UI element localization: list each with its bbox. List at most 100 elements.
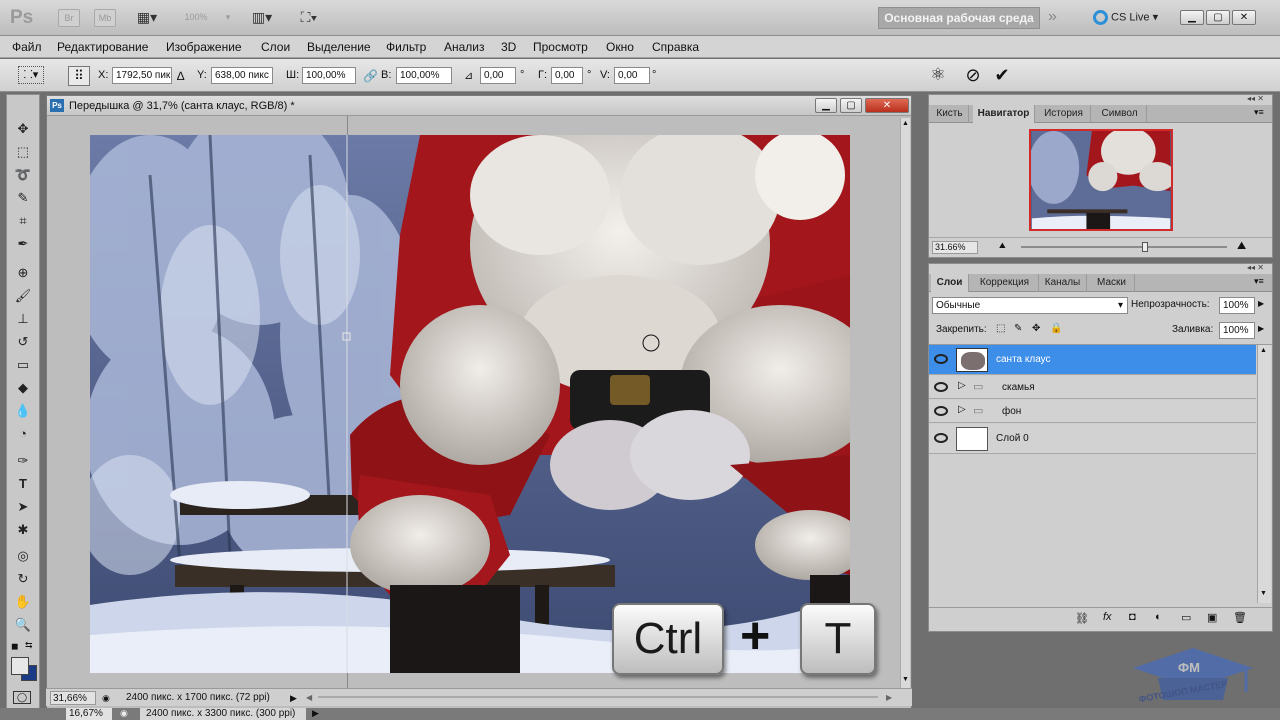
menu-layers[interactable]: Слои bbox=[261, 40, 290, 54]
commit-transform-icon[interactable]: ✔ bbox=[990, 64, 1014, 86]
group-expand-arrow-icon[interactable]: ▷ bbox=[958, 404, 966, 415]
eraser-tool-icon[interactable]: ▭ bbox=[12, 355, 34, 375]
new-group-icon[interactable]: ▭ bbox=[1181, 611, 1191, 624]
navigator-zoom-field[interactable]: 31.66% bbox=[932, 241, 978, 254]
menu-filter[interactable]: Фильтр bbox=[386, 40, 426, 54]
tab-masks[interactable]: Маски bbox=[1089, 274, 1135, 292]
workspace-switcher[interactable]: Основная рабочая среда bbox=[878, 7, 1040, 29]
link-icon[interactable]: 🔗 bbox=[363, 69, 378, 83]
opacity-arrow-icon[interactable]: ▶ bbox=[1258, 299, 1264, 308]
document-minimize-button[interactable]: ▁ bbox=[815, 98, 837, 113]
lock-pixels-icon[interactable]: ✎ bbox=[1014, 323, 1022, 334]
tab-history[interactable]: История bbox=[1037, 105, 1091, 123]
add-mask-icon[interactable]: ◘ bbox=[1129, 611, 1136, 623]
double-chevron-icon[interactable]: » bbox=[1048, 8, 1057, 26]
layer-style-icon[interactable]: fx bbox=[1103, 611, 1112, 623]
y-position-field[interactable]: 638,00 пикс bbox=[211, 67, 273, 84]
panel-collapse-icon[interactable]: ◂◂ ✕ bbox=[1247, 94, 1264, 103]
brush-tool-icon[interactable]: 🖌 bbox=[12, 286, 34, 306]
blend-mode-select[interactable]: Обычные ▾ bbox=[932, 297, 1128, 314]
warp-mode-icon[interactable]: ⚛ bbox=[926, 64, 950, 86]
horizontal-scrollbar[interactable] bbox=[318, 696, 878, 698]
menu-help[interactable]: Справка bbox=[652, 40, 699, 54]
maximize-button[interactable]: ▢ bbox=[1206, 10, 1230, 25]
tab-character[interactable]: Символ bbox=[1093, 105, 1147, 123]
default-colors-icon[interactable]: ◼ bbox=[11, 641, 18, 652]
menu-view[interactable]: Просмотр bbox=[533, 40, 588, 54]
extras-dropdown[interactable]: ▦▾ bbox=[130, 9, 164, 27]
layers-scrollbar[interactable]: ▲ ▼ bbox=[1257, 345, 1271, 603]
tab-channels[interactable]: Каналы bbox=[1039, 274, 1087, 292]
eye-icon[interactable] bbox=[934, 382, 948, 392]
3d-rotate-tool-icon[interactable]: ◎ bbox=[12, 546, 34, 566]
layer-row-santa[interactable]: санта клаус bbox=[929, 345, 1256, 375]
scroll-up-icon[interactable]: ▲ bbox=[902, 120, 909, 127]
crop-tool-icon[interactable]: ⌗ bbox=[12, 211, 34, 231]
mini-bridge-button[interactable]: Mb bbox=[94, 9, 116, 27]
healing-brush-tool-icon[interactable]: ⊕ bbox=[12, 263, 34, 283]
lasso-tool-icon[interactable]: ➰ bbox=[12, 165, 34, 185]
layer-row-background-group[interactable]: ▷ ▭ фон bbox=[929, 400, 1256, 423]
layer-row-layer0[interactable]: Слой 0 bbox=[929, 424, 1256, 454]
move-tool-icon[interactable]: ✥ bbox=[12, 119, 34, 139]
document-canvas[interactable] bbox=[90, 135, 850, 673]
quick-selection-tool-icon[interactable]: ✎ bbox=[12, 188, 34, 208]
bridge-button[interactable]: Br bbox=[58, 9, 80, 27]
zoom-in-icon[interactable]: ⛰ bbox=[1237, 240, 1246, 253]
scroll-down-icon[interactable]: ▼ bbox=[1260, 590, 1267, 597]
hand-tool-icon[interactable]: ✋ bbox=[12, 592, 34, 612]
scroll-down-icon[interactable]: ▼ bbox=[902, 676, 909, 683]
layers-panel-menu-icon[interactable]: ▾≡ bbox=[1254, 276, 1264, 287]
quick-mask-icon[interactable]: ◯ bbox=[13, 691, 31, 704]
link-layers-icon[interactable]: ⛓ bbox=[1075, 612, 1089, 625]
type-tool-icon[interactable]: T bbox=[12, 474, 34, 494]
delta-icon[interactable]: ∆ bbox=[177, 69, 184, 83]
menu-file[interactable]: Файл bbox=[12, 40, 42, 54]
rotate-angle-field[interactable]: 0,00 bbox=[480, 67, 516, 84]
layer-row-bench[interactable]: ▷ ▭ скамья bbox=[929, 376, 1256, 399]
eye-icon[interactable] bbox=[934, 406, 948, 416]
vertical-scrollbar[interactable]: ▲ ▼ bbox=[900, 118, 910, 688]
document-maximize-button[interactable]: ▢ bbox=[840, 98, 862, 113]
reference-point-icon[interactable]: ⠿ bbox=[68, 66, 90, 86]
path-selection-tool-icon[interactable]: ➤ bbox=[12, 497, 34, 517]
tab-brush[interactable]: Кисть bbox=[931, 105, 969, 123]
opacity-field[interactable]: 100% bbox=[1219, 297, 1255, 314]
shape-tool-icon[interactable]: ✱ bbox=[12, 520, 34, 540]
scroll-up-icon[interactable]: ▲ bbox=[1260, 347, 1267, 354]
cancel-transform-icon[interactable]: ⊘ bbox=[961, 64, 985, 86]
panel-menu-icon[interactable]: ▾≡ bbox=[1254, 107, 1264, 118]
arrange-documents-button[interactable]: ▥▾ bbox=[244, 9, 280, 27]
width-scale-field[interactable]: 100,00% bbox=[302, 67, 356, 84]
background-status-arrow-icon[interactable]: ▶ bbox=[312, 708, 319, 719]
menu-select[interactable]: Выделение bbox=[307, 40, 371, 54]
delete-layer-icon[interactable]: 🗑 bbox=[1233, 611, 1247, 624]
group-expand-arrow-icon[interactable]: ▷ bbox=[958, 380, 966, 391]
tab-navigator[interactable]: Навигатор bbox=[973, 105, 1035, 123]
hscroll-right-icon[interactable]: ▶ bbox=[886, 691, 892, 705]
menu-window[interactable]: Окно bbox=[606, 40, 634, 54]
layers-collapse-icon[interactable]: ◂◂ ✕ bbox=[1247, 263, 1264, 272]
chevron-down-icon[interactable]: ▾ bbox=[220, 9, 236, 27]
document-close-button[interactable]: ✕ bbox=[865, 98, 909, 113]
blur-tool-icon[interactable]: 💧 bbox=[12, 401, 34, 421]
adjustment-layer-icon[interactable]: ◐ bbox=[1155, 611, 1162, 623]
lock-transparency-icon[interactable]: ⬚ bbox=[996, 323, 1005, 334]
eye-icon[interactable] bbox=[934, 354, 948, 364]
navigator-zoom-slider[interactable] bbox=[1021, 246, 1227, 248]
minimize-button[interactable]: ▁ bbox=[1180, 10, 1204, 25]
menu-analysis[interactable]: Анализ bbox=[444, 40, 485, 54]
menu-edit[interactable]: Редактирование bbox=[57, 40, 148, 54]
tab-adjustments[interactable]: Коррекция bbox=[971, 274, 1039, 292]
hscroll-left-icon[interactable]: ◀ bbox=[306, 691, 312, 705]
screen-mode-button[interactable]: ⛶▾ bbox=[290, 9, 328, 27]
lock-position-icon[interactable]: ✥ bbox=[1032, 323, 1040, 334]
lock-all-icon[interactable]: 🔒 bbox=[1050, 323, 1062, 334]
pen-tool-icon[interactable]: ✑ bbox=[12, 451, 34, 471]
fill-arrow-icon[interactable]: ▶ bbox=[1258, 324, 1264, 333]
navigator-zoom-slider-thumb[interactable] bbox=[1141, 242, 1148, 252]
paint-bucket-tool-icon[interactable]: ◆ bbox=[12, 378, 34, 398]
zoom-tool-icon[interactable]: 🔍 bbox=[12, 615, 34, 635]
foreground-color-swatch[interactable] bbox=[11, 657, 29, 675]
dodge-tool-icon[interactable]: ◔ bbox=[12, 424, 34, 444]
